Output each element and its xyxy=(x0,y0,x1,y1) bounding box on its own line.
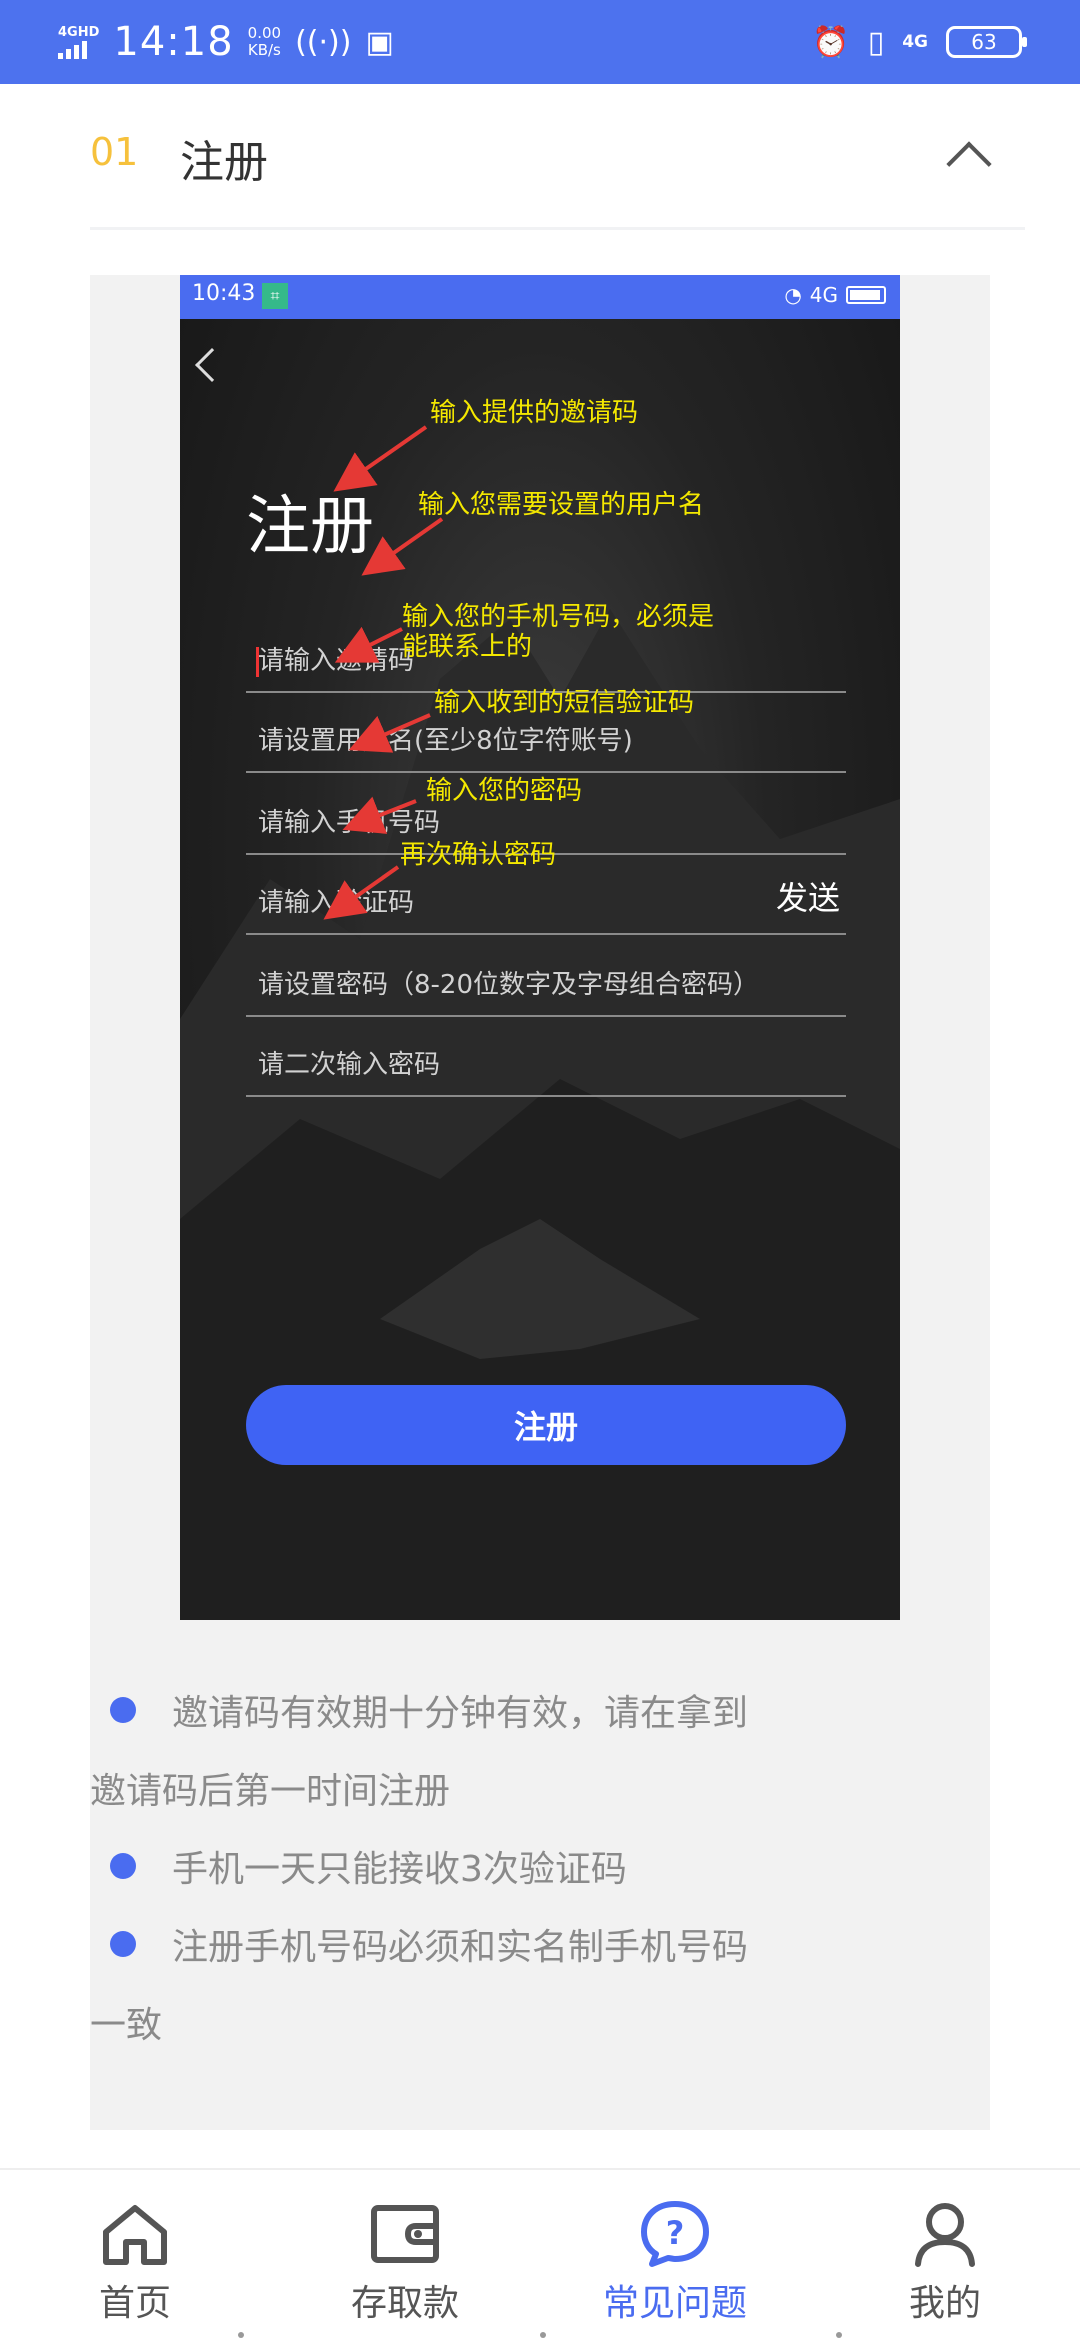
nav-deposit-withdraw-label: 存取款 xyxy=(350,2283,459,2324)
notification-icon: ▣ xyxy=(365,24,394,60)
battery-level: 63 xyxy=(971,30,997,54)
register-button-preview: 注册 xyxy=(246,1385,846,1465)
alarm-icon: ⏰ xyxy=(812,24,850,60)
bullet-dot xyxy=(110,1697,136,1723)
network-4g-label: 4G xyxy=(902,32,928,52)
tip-item: 手机一天只能接收3次验证码 xyxy=(90,1831,990,1909)
page-dots xyxy=(0,2332,1080,2340)
network-type: 4GHD xyxy=(58,24,100,40)
vibrate-icon: ▯ xyxy=(867,24,885,60)
registration-screenshot: 10:43 ⌗ ◔ 4G 注册 请输入邀请码 请设置用户名(至少8位字符账号) … xyxy=(180,275,900,1620)
status-bar: 4GHD 14:18 0.00 KB/s ((·)) ▣ ⏰ ▯ 4G 63 xyxy=(0,0,1080,84)
nav-home-label: 首页 xyxy=(98,2283,171,2324)
bullet-dot xyxy=(110,1853,136,1879)
wallet-icon xyxy=(305,2198,505,2270)
section-number: 01 xyxy=(90,130,139,174)
chevron-up-icon[interactable] xyxy=(946,141,992,187)
faq-content-card: 10:43 ⌗ ◔ 4G 注册 请输入邀请码 请设置用户名(至少8位字符账号) … xyxy=(90,275,990,2130)
nav-faq-label: 常见问题 xyxy=(602,2283,747,2324)
nav-deposit-withdraw[interactable]: 存取款 xyxy=(305,2198,505,2326)
svg-text:?: ? xyxy=(666,2214,685,2252)
faq-section-header[interactable]: 01 注册 xyxy=(90,110,1025,230)
tip-item-continuation: 一致 xyxy=(90,2005,163,2046)
question-icon: ? xyxy=(575,2198,775,2270)
bottom-nav: 首页 存取款 ? 常见问题 我的 xyxy=(0,2168,1080,2340)
network-speed: 0.00 KB/s xyxy=(247,24,282,59)
nav-mine-label: 我的 xyxy=(908,2283,981,2324)
user-icon xyxy=(845,2198,1045,2270)
status-time: 14:18 xyxy=(113,19,234,65)
cell-signal-icon: 4GHD xyxy=(58,26,99,59)
battery-icon: 63 xyxy=(946,26,1027,58)
nav-mine[interactable]: 我的 xyxy=(845,2198,1045,2326)
app-screen: 4GHD 14:18 0.00 KB/s ((·)) ▣ ⏰ ▯ 4G 63 0… xyxy=(0,0,1080,2340)
tip-item: 注册手机号码必须和实名制手机号码 xyxy=(90,1909,990,1987)
hotspot-icon: ((·)) xyxy=(295,24,352,60)
bullet-dot xyxy=(110,1931,136,1957)
tips-list: 邀请码有效期十分钟有效，请在拿到 邀请码后第一时间注册 手机一天只能接收3次验证… xyxy=(90,1675,990,2065)
tip-item: 邀请码有效期十分钟有效，请在拿到 xyxy=(90,1675,990,1753)
nav-home[interactable]: 首页 xyxy=(35,2198,235,2326)
tip-item-continuation: 邀请码后第一时间注册 xyxy=(90,1771,451,1812)
nav-faq[interactable]: ? 常见问题 xyxy=(575,2198,775,2326)
section-title: 注册 xyxy=(180,137,268,188)
home-icon xyxy=(35,2198,235,2270)
